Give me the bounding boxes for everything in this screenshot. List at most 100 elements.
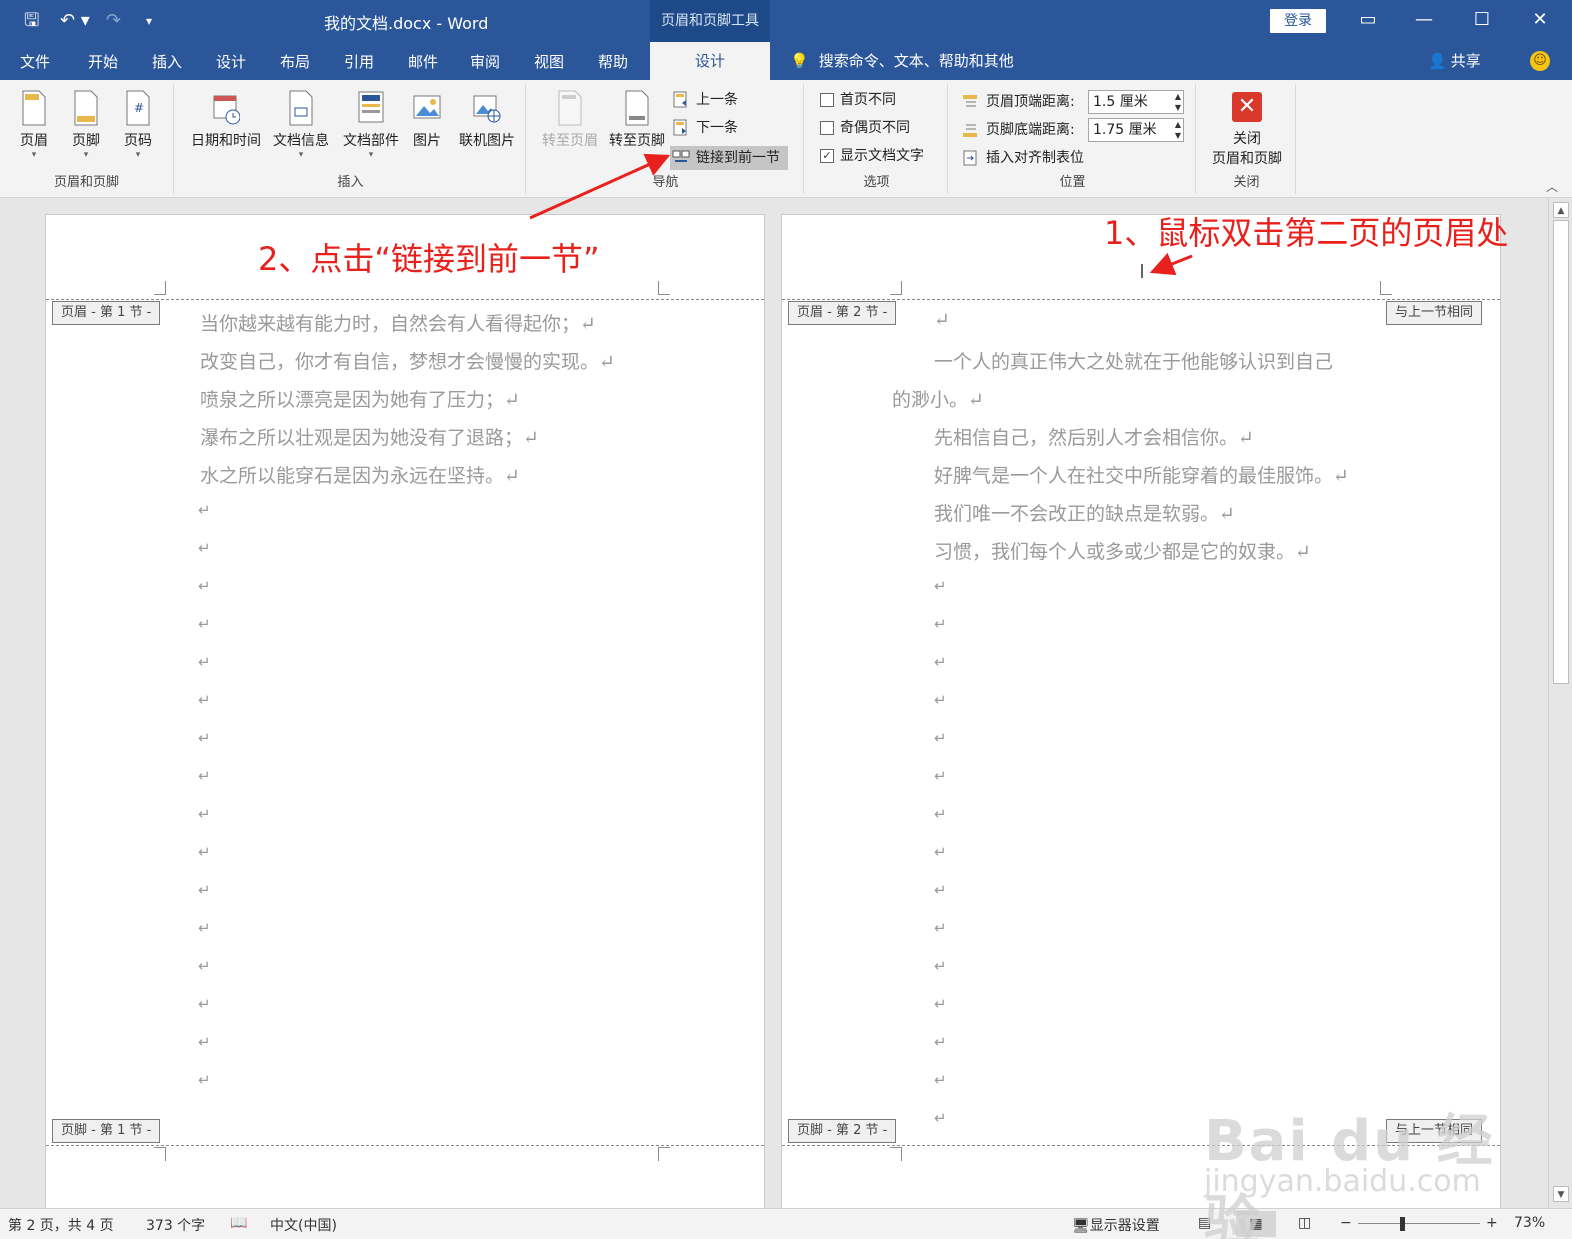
- close-label: 关闭: [1233, 131, 1261, 147]
- quick-parts-icon: [358, 91, 384, 123]
- display-settings-button[interactable]: 🖥显示器设置: [1072, 1215, 1160, 1235]
- zoom-out-icon[interactable]: −: [1340, 1215, 1352, 1231]
- spinner-arrows-icon[interactable]: ▲ ▼: [1175, 91, 1181, 113]
- ribbon-display-options-icon[interactable]: ▭: [1348, 6, 1388, 34]
- web-layout-icon[interactable]: ◫: [1298, 1215, 1311, 1231]
- paragraph-mark: ↵: [198, 957, 211, 975]
- tab-insert[interactable]: 插入: [152, 51, 182, 72]
- zoom-level[interactable]: 73%: [1514, 1215, 1545, 1231]
- collapse-ribbon-icon[interactable]: ︿: [1546, 178, 1558, 195]
- word-window: 🖫 ↶ ▾ ↷ ▾ 我的文档.docx - Word 页眉和页脚工具 登录 ▭ …: [0, 0, 1572, 1239]
- paragraph-mark: ↵: [198, 1033, 211, 1051]
- goto-header-button[interactable]: 转至页眉: [536, 90, 604, 150]
- login-button[interactable]: 登录: [1270, 9, 1326, 33]
- zoom-slider-thumb[interactable]: [1400, 1217, 1405, 1231]
- group-navigation: 转至页眉 转至页脚 上一条 下一条 链接到前一节 导航: [528, 84, 804, 194]
- minimize-icon[interactable]: —: [1404, 6, 1444, 34]
- header-button[interactable]: 页眉 ▾: [6, 90, 62, 160]
- page-2[interactable]: 页眉 - 第 2 节 - 与上一节相同 ↵ 一个人的真正伟大之处就在于他能够认识…: [781, 214, 1501, 1208]
- page-1[interactable]: 页眉 - 第 1 节 - 当你越来越有能力时，自然会有人看得起你；↵ 改变自己，…: [45, 214, 765, 1208]
- picture-button[interactable]: 图片: [402, 90, 452, 150]
- link-to-previous-button[interactable]: 链接到前一节: [670, 146, 788, 170]
- monitor-icon: 🖥: [1072, 1218, 1090, 1234]
- zoom-slider-track[interactable]: [1358, 1223, 1480, 1224]
- tab-review[interactable]: 审阅: [470, 51, 500, 72]
- footer-label: 页脚: [72, 133, 100, 149]
- tab-view[interactable]: 视图: [534, 51, 564, 72]
- language-status[interactable]: 中文(中国): [270, 1215, 337, 1235]
- header-separator: [782, 299, 1500, 300]
- paragraph-mark: ↵: [934, 957, 947, 975]
- paragraph-mark: ↵: [934, 615, 947, 633]
- read-mode-icon[interactable]: ▤: [1198, 1215, 1211, 1231]
- checkmark-icon: ✓: [820, 149, 834, 163]
- goto-footer-button[interactable]: 转至页脚: [604, 90, 670, 150]
- chevron-down-icon: ▾: [31, 150, 37, 160]
- calendar-clock-icon: [213, 95, 240, 125]
- quick-parts-button[interactable]: 文档部件 ▾: [336, 90, 406, 160]
- header-top-spinner[interactable]: 1.5 厘米 ▲ ▼: [1088, 90, 1184, 114]
- spinner-arrows-icon[interactable]: ▲ ▼: [1175, 119, 1181, 141]
- close-window-icon[interactable]: ✕: [1520, 6, 1560, 34]
- header-label: 页眉: [20, 133, 48, 149]
- scroll-up-icon[interactable]: ▲: [1553, 202, 1569, 218]
- tab-mailings[interactable]: 邮件: [408, 51, 438, 72]
- paragraph-mark: ↵: [198, 767, 211, 785]
- scroll-down-icon[interactable]: ▼: [1553, 1186, 1569, 1202]
- scroll-thumb[interactable]: [1553, 220, 1569, 684]
- footer-button[interactable]: 页脚 ▾: [58, 90, 114, 160]
- show-document-text-checkbox[interactable]: ✓ 显示文档文字: [818, 144, 924, 168]
- body-line: ↵: [934, 309, 950, 331]
- page-number-label: 页码: [124, 133, 152, 149]
- footer-bottom-spinner[interactable]: 1.75 厘米 ▲ ▼: [1088, 118, 1184, 142]
- document-info-button[interactable]: 文档信息 ▾: [266, 90, 336, 160]
- footer-bottom-text: 页脚底端距离:: [986, 122, 1075, 138]
- tell-me-label: 搜索命令、文本、帮助和其他: [818, 52, 1014, 70]
- different-odd-even-checkbox[interactable]: 奇偶页不同: [818, 116, 910, 140]
- tab-help[interactable]: 帮助: [598, 51, 628, 72]
- word-count[interactable]: 373 个字: [146, 1215, 205, 1235]
- link-to-previous-label: 链接到前一节: [696, 150, 780, 166]
- redo-icon[interactable]: ↷: [106, 8, 121, 34]
- customize-quick-access-icon[interactable]: ▾: [146, 8, 152, 34]
- next-section-button[interactable]: 下一条: [670, 116, 738, 140]
- tab-home[interactable]: 开始: [88, 51, 118, 72]
- different-first-page-checkbox[interactable]: 首页不同: [818, 88, 896, 112]
- date-time-button[interactable]: 日期和时间: [186, 90, 266, 150]
- page-number-button[interactable]: # 页码 ▾: [110, 90, 166, 160]
- proofing-icon[interactable]: 📖: [230, 1215, 247, 1231]
- maximize-icon[interactable]: ☐: [1462, 6, 1502, 34]
- online-picture-button[interactable]: 联机图片: [452, 90, 522, 150]
- vertical-scrollbar[interactable]: ▲ ▼: [1548, 198, 1572, 1208]
- print-layout-icon[interactable]: ▦: [1236, 1211, 1276, 1237]
- paragraph-mark: ↵: [198, 501, 211, 519]
- ribbon: 页眉 ▾ 页脚 ▾ # 页码 ▾ 页眉和页脚 日期和时间 文档信息 ▾ 文档部件…: [0, 80, 1572, 198]
- chevron-down-icon: ▾: [83, 150, 89, 160]
- body-line: 瀑布之所以壮观是因为她没有了退路；↵: [200, 427, 539, 449]
- save-icon[interactable]: 🖫: [24, 8, 39, 34]
- tab-header-footer-design[interactable]: 设计: [650, 42, 770, 80]
- undo-icon[interactable]: ↶ ▾: [60, 8, 90, 34]
- body-line: 我们唯一不会改正的缺点是软弱。↵: [934, 503, 1235, 525]
- insert-alignment-tab-button[interactable]: 插入对齐制表位: [960, 146, 1084, 170]
- document-area[interactable]: 页眉 - 第 1 节 - 当你越来越有能力时，自然会有人看得起你；↵ 改变自己，…: [0, 198, 1548, 1208]
- group-label: 选项: [863, 175, 890, 190]
- paragraph-mark: ↵: [198, 729, 211, 747]
- group-label: 导航: [652, 175, 679, 190]
- svg-text:#: #: [134, 101, 144, 115]
- tab-references[interactable]: 引用: [344, 51, 374, 72]
- share-button[interactable]: 👤 共享: [1428, 50, 1481, 71]
- paragraph-mark: ↵: [934, 881, 947, 899]
- tab-design[interactable]: 设计: [216, 51, 246, 72]
- close-header-footer-button[interactable]: ✕ 关闭 页眉和页脚: [1202, 88, 1292, 168]
- tab-layout[interactable]: 布局: [280, 51, 310, 72]
- paragraph-mark: ↵: [934, 843, 947, 861]
- tell-me-search[interactable]: 💡 搜索命令、文本、帮助和其他: [790, 50, 1014, 71]
- header-separator: [46, 299, 764, 300]
- zoom-in-icon[interactable]: +: [1486, 1215, 1498, 1231]
- footer-icon: [74, 90, 98, 126]
- previous-section-button[interactable]: 上一条: [670, 88, 738, 112]
- tab-file[interactable]: 文件: [20, 51, 50, 72]
- page-count[interactable]: 第 2 页，共 4 页: [8, 1215, 114, 1235]
- feedback-smiley-icon[interactable]: ☺: [1530, 51, 1550, 71]
